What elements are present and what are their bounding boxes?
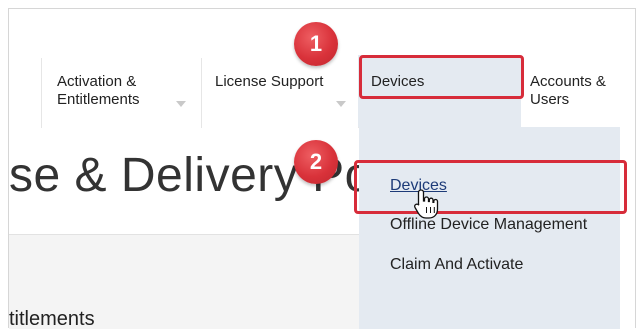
step-badge-2: 2 <box>294 140 338 184</box>
nav-item-label: Entitlements <box>57 91 140 108</box>
chevron-down-icon <box>176 101 186 107</box>
hand-pointer-icon <box>414 189 439 219</box>
devices-tab-highlight <box>359 55 524 99</box>
nav-item-label: Activation & <box>57 73 137 90</box>
nav-item-license-support[interactable]: License Support <box>215 73 323 91</box>
nav-item-accounts-users[interactable]: Accounts & Users <box>530 73 606 109</box>
nav-separator <box>201 58 202 128</box>
nav-item-label: License Support <box>215 73 324 90</box>
chevron-down-icon <box>336 101 346 107</box>
step-badge-1: 1 <box>294 22 338 66</box>
devices-menu-highlight <box>354 160 627 214</box>
section-title: titlements <box>9 308 95 330</box>
menu-item-claim-and-activate[interactable]: Claim And Activate <box>390 255 523 275</box>
nav-item-activation-entitlements[interactable]: Activation & Entitlements <box>57 73 140 109</box>
nav-item-label: Accounts & <box>530 73 606 90</box>
nav-separator <box>41 58 42 128</box>
screenshot-frame: Activation & Entitlements License Suppor… <box>0 0 644 330</box>
nav-item-label: Users <box>530 91 570 108</box>
